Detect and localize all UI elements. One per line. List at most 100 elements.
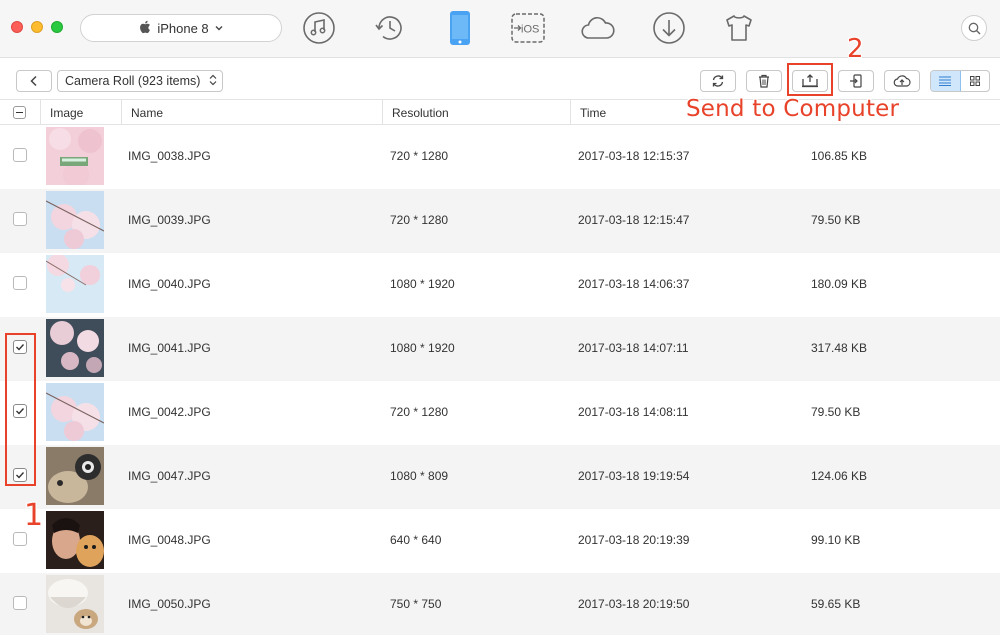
- nav-toolkit[interactable]: [721, 10, 757, 46]
- checkbox-highlight: [5, 333, 36, 486]
- file-resolution: 720 * 1280: [390, 405, 449, 419]
- close-window-button[interactable]: [11, 21, 23, 33]
- upload-cloud-icon: [893, 75, 911, 87]
- add-to-device-button[interactable]: [838, 70, 874, 92]
- table-row[interactable]: IMG_0047.JPG 1080 * 809 2017-03-18 19:19:5…: [0, 445, 1000, 509]
- file-time: 2017-03-18 20:19:39: [578, 533, 690, 547]
- nav-backup[interactable]: [372, 10, 408, 46]
- table-row[interactable]: IMG_0050.JPG 750 * 750 2017-03-18 20:19:50…: [0, 573, 1000, 635]
- file-size: 317.48 KB: [811, 341, 868, 355]
- thumbnail-image[interactable]: [46, 127, 104, 185]
- file-size: 99.10 KB: [811, 533, 861, 547]
- toolbar: Camera Roll (923 items): [0, 58, 1000, 100]
- row-checkbox[interactable]: [13, 212, 27, 226]
- search-icon: [968, 22, 980, 34]
- svg-text:iOS: iOS: [521, 24, 539, 36]
- updown-chevron-icon: [209, 74, 217, 87]
- music-note-icon: [303, 12, 335, 44]
- row-checkbox[interactable]: [13, 276, 27, 290]
- grid-view-button[interactable]: [961, 71, 990, 91]
- file-name: IMG_0047.JPG: [128, 469, 211, 483]
- file-name: IMG_0040.JPG: [128, 277, 211, 291]
- apple-logo-icon: [139, 20, 151, 37]
- select-all-checkbox[interactable]: [13, 106, 26, 119]
- file-size: 180.09 KB: [811, 277, 868, 291]
- row-checkbox[interactable]: [13, 148, 27, 162]
- list-view-icon: [939, 76, 952, 86]
- refresh-button[interactable]: [700, 70, 736, 92]
- column-header-resolution[interactable]: Resolution: [382, 100, 570, 125]
- chevron-down-icon: [215, 23, 223, 33]
- add-to-device-icon: [850, 74, 862, 88]
- file-resolution: 720 * 1280: [390, 213, 449, 227]
- table-row[interactable]: IMG_0040.JPG 1080 * 1920 2017-03-18 14:06:…: [0, 253, 1000, 317]
- thumbnail-image[interactable]: [46, 191, 104, 249]
- thumbnail-image[interactable]: [46, 511, 104, 569]
- file-time: 2017-03-18 14:07:11: [578, 341, 689, 355]
- download-icon: [653, 12, 685, 44]
- send-button-highlight: [787, 63, 833, 96]
- upload-cloud-button[interactable]: [884, 70, 920, 92]
- nav-transfer-to-ios[interactable]: iOS: [510, 10, 546, 46]
- column-header-image[interactable]: Image: [40, 100, 121, 125]
- send-to-computer-label: Send to Computer: [686, 96, 900, 122]
- device-name: iPhone 8: [157, 20, 209, 36]
- file-resolution: 1080 * 1920: [390, 341, 455, 355]
- transfer-to-ios-icon: iOS: [511, 13, 545, 43]
- refresh-icon: [712, 75, 724, 87]
- thumbnail-image[interactable]: [46, 383, 104, 441]
- album-selector[interactable]: Camera Roll (923 items): [57, 70, 223, 92]
- row-checkbox[interactable]: [13, 596, 27, 610]
- back-button[interactable]: [16, 70, 52, 92]
- nav-device[interactable]: [442, 10, 478, 46]
- file-name: IMG_0042.JPG: [128, 405, 211, 419]
- minimize-window-button[interactable]: [31, 21, 43, 33]
- delete-button[interactable]: [746, 70, 782, 92]
- row-checkbox[interactable]: [13, 532, 27, 546]
- file-size: 59.65 KB: [811, 597, 861, 611]
- file-name: IMG_0048.JPG: [128, 533, 211, 547]
- file-resolution: 720 * 1280: [390, 149, 449, 163]
- file-time: 2017-03-18 12:15:47: [578, 213, 690, 227]
- file-name: IMG_0050.JPG: [128, 597, 211, 611]
- table-row[interactable]: IMG_0038.JPG 720 * 1280 2017-03-18 12:15:3…: [0, 125, 1000, 189]
- step-2-label: 2: [847, 34, 864, 64]
- file-size: 79.50 KB: [811, 405, 861, 419]
- nav-download[interactable]: [651, 10, 687, 46]
- file-size: 124.06 KB: [811, 469, 868, 483]
- file-time: 2017-03-18 12:15:37: [578, 149, 690, 163]
- file-resolution: 640 * 640: [390, 533, 442, 547]
- zoom-window-button[interactable]: [51, 21, 63, 33]
- file-time: 2017-03-18 19:19:54: [578, 469, 690, 483]
- thumbnail-image[interactable]: [46, 447, 104, 505]
- thumbnail-image[interactable]: [46, 319, 104, 377]
- thumbnail-image[interactable]: [46, 575, 104, 633]
- phone-icon: [450, 11, 470, 45]
- table-row[interactable]: IMG_0041.JPG 1080 * 1920 2017-03-18 14:07:…: [0, 317, 1000, 381]
- file-size: 106.85 KB: [811, 149, 868, 163]
- file-resolution: 1080 * 1920: [390, 277, 455, 291]
- nav-music[interactable]: [301, 10, 337, 46]
- nav-icloud[interactable]: [580, 10, 616, 46]
- file-time: 2017-03-18 20:19:50: [578, 597, 690, 611]
- file-name: IMG_0039.JPG: [128, 213, 211, 227]
- device-selector[interactable]: iPhone 8: [80, 14, 282, 42]
- file-name: IMG_0038.JPG: [128, 149, 211, 163]
- thumbnail-image[interactable]: [46, 255, 104, 313]
- album-label: Camera Roll (923 items): [65, 74, 201, 88]
- table-row[interactable]: IMG_0042.JPG 720 * 1280 2017-03-18 14:08:1…: [0, 381, 1000, 445]
- chevron-left-icon: [30, 75, 37, 87]
- file-name: IMG_0041.JPG: [128, 341, 211, 355]
- table-row[interactable]: IMG_0039.JPG 720 * 1280 2017-03-18 12:15:4…: [0, 189, 1000, 253]
- file-resolution: 1080 * 809: [390, 469, 449, 483]
- step-1-label: 1: [24, 498, 44, 533]
- search-button[interactable]: [961, 15, 987, 41]
- file-resolution: 750 * 750: [390, 597, 442, 611]
- view-mode-toggle: [930, 70, 990, 92]
- list-view-button[interactable]: [931, 71, 961, 91]
- table-row[interactable]: IMG_0048.JPG 640 * 640 2017-03-18 20:19:39…: [0, 509, 1000, 573]
- file-time: 2017-03-18 14:08:11: [578, 405, 689, 419]
- file-time: 2017-03-18 14:06:37: [578, 277, 690, 291]
- tshirt-icon: [726, 15, 752, 41]
- column-header-name[interactable]: Name: [121, 100, 382, 125]
